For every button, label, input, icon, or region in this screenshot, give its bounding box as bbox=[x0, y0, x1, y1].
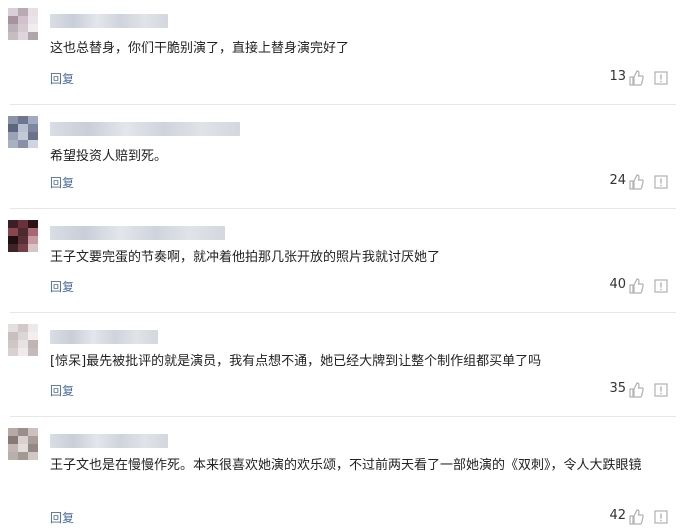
avatar-pixel bbox=[28, 24, 38, 32]
avatar-pixel bbox=[28, 444, 38, 452]
report-icon[interactable] bbox=[654, 510, 668, 524]
avatar-pixel bbox=[18, 332, 28, 340]
avatar-pixel bbox=[28, 132, 38, 140]
avatar-pixel bbox=[28, 452, 38, 460]
avatar-pixel bbox=[8, 228, 18, 236]
avatar-pixel bbox=[8, 32, 18, 40]
avatar[interactable] bbox=[8, 116, 38, 148]
comment-text: 王子文也是在慢慢作死。本来很喜欢她演的欢乐颂，不过前两天看了一部她演的《双刺》，… bbox=[50, 458, 642, 473]
avatar-pixel bbox=[18, 132, 28, 140]
username-blurred[interactable] bbox=[50, 330, 158, 344]
reply-button[interactable]: 回复 bbox=[50, 70, 74, 87]
avatar-pixel bbox=[18, 140, 28, 148]
comment-text: 这也总替身，你们干脆别演了，直接上替身演完好了 bbox=[50, 41, 350, 56]
avatar-pixel bbox=[18, 324, 28, 332]
like-count: 35 bbox=[609, 381, 626, 396]
avatar-pixel bbox=[28, 244, 38, 252]
comment-text: 王子文要完蛋的节奏啊，就冲着他拍那几张开放的照片我就讨厌她了 bbox=[50, 250, 441, 265]
avatar-pixel bbox=[28, 436, 38, 444]
avatar[interactable] bbox=[8, 428, 38, 460]
avatar-pixel bbox=[18, 428, 28, 436]
thumbs-up-icon[interactable] bbox=[628, 382, 644, 398]
divider bbox=[10, 312, 676, 313]
avatar-pixel bbox=[8, 428, 18, 436]
avatar-pixel bbox=[8, 220, 18, 228]
avatar-pixel bbox=[18, 236, 28, 244]
avatar-pixel bbox=[8, 24, 18, 32]
avatar-pixel bbox=[28, 32, 38, 40]
reply-button[interactable]: 回复 bbox=[50, 278, 74, 295]
username-blurred[interactable] bbox=[50, 14, 168, 28]
report-icon[interactable] bbox=[654, 383, 668, 397]
like-count: 40 bbox=[609, 277, 626, 292]
thumbs-up-icon[interactable] bbox=[628, 278, 644, 294]
avatar-pixel bbox=[28, 140, 38, 148]
avatar-pixel bbox=[8, 436, 18, 444]
report-icon[interactable] bbox=[654, 71, 668, 85]
avatar[interactable] bbox=[8, 8, 38, 40]
avatar-pixel bbox=[18, 220, 28, 228]
avatar-pixel bbox=[28, 8, 38, 16]
reply-button[interactable]: 回复 bbox=[50, 509, 74, 526]
avatar-pixel bbox=[28, 220, 38, 228]
avatar-pixel bbox=[18, 24, 28, 32]
avatar-pixel bbox=[18, 244, 28, 252]
avatar-pixel bbox=[28, 124, 38, 132]
like-count: 42 bbox=[609, 508, 626, 523]
thumbs-up-icon[interactable] bbox=[628, 174, 644, 190]
avatar-pixel bbox=[28, 228, 38, 236]
avatar-pixel bbox=[18, 8, 28, 16]
username-blurred[interactable] bbox=[50, 434, 168, 448]
avatar-pixel bbox=[8, 244, 18, 252]
avatar-pixel bbox=[18, 124, 28, 132]
avatar-pixel bbox=[28, 324, 38, 332]
avatar-pixel bbox=[8, 348, 18, 356]
avatar-pixel bbox=[8, 140, 18, 148]
avatar[interactable] bbox=[8, 220, 38, 252]
avatar-pixel bbox=[18, 436, 28, 444]
reply-button[interactable]: 回复 bbox=[50, 382, 74, 399]
avatar-pixel bbox=[28, 332, 38, 340]
username-blurred[interactable] bbox=[50, 226, 225, 240]
avatar-pixel bbox=[8, 8, 18, 16]
comment-text: 希望投资人赔到死。 bbox=[50, 149, 168, 164]
thumbs-up-icon[interactable] bbox=[628, 509, 644, 525]
avatar-pixel bbox=[18, 452, 28, 460]
avatar-pixel bbox=[18, 340, 28, 348]
divider bbox=[10, 104, 676, 105]
avatar-pixel bbox=[8, 16, 18, 24]
avatar-pixel bbox=[28, 236, 38, 244]
avatar-pixel bbox=[18, 16, 28, 24]
divider bbox=[10, 416, 676, 417]
comment-text: [惊呆]最先被批评的就是演员，我有点想不通，她已经大牌到让整个制作组都买单了吗 bbox=[50, 354, 542, 369]
username-blurred[interactable] bbox=[50, 122, 240, 136]
avatar-pixel bbox=[28, 340, 38, 348]
reply-button[interactable]: 回复 bbox=[50, 174, 74, 191]
avatar-pixel bbox=[18, 116, 28, 124]
avatar[interactable] bbox=[8, 324, 38, 356]
avatar-pixel bbox=[8, 124, 18, 132]
thumbs-up-icon[interactable] bbox=[628, 70, 644, 86]
like-count: 13 bbox=[609, 69, 626, 84]
avatar-pixel bbox=[28, 16, 38, 24]
avatar-pixel bbox=[8, 116, 18, 124]
avatar-pixel bbox=[8, 340, 18, 348]
avatar-pixel bbox=[28, 116, 38, 124]
avatar-pixel bbox=[28, 428, 38, 436]
avatar-pixel bbox=[18, 444, 28, 452]
divider bbox=[10, 208, 676, 209]
avatar-pixel bbox=[28, 348, 38, 356]
avatar-pixel bbox=[8, 132, 18, 140]
like-count: 24 bbox=[609, 173, 626, 188]
avatar-pixel bbox=[18, 228, 28, 236]
avatar-pixel bbox=[8, 236, 18, 244]
report-icon[interactable] bbox=[654, 279, 668, 293]
avatar-pixel bbox=[18, 348, 28, 356]
avatar-pixel bbox=[8, 452, 18, 460]
avatar-pixel bbox=[8, 332, 18, 340]
avatar-pixel bbox=[8, 444, 18, 452]
avatar-pixel bbox=[18, 32, 28, 40]
report-icon[interactable] bbox=[654, 175, 668, 189]
avatar-pixel bbox=[8, 324, 18, 332]
